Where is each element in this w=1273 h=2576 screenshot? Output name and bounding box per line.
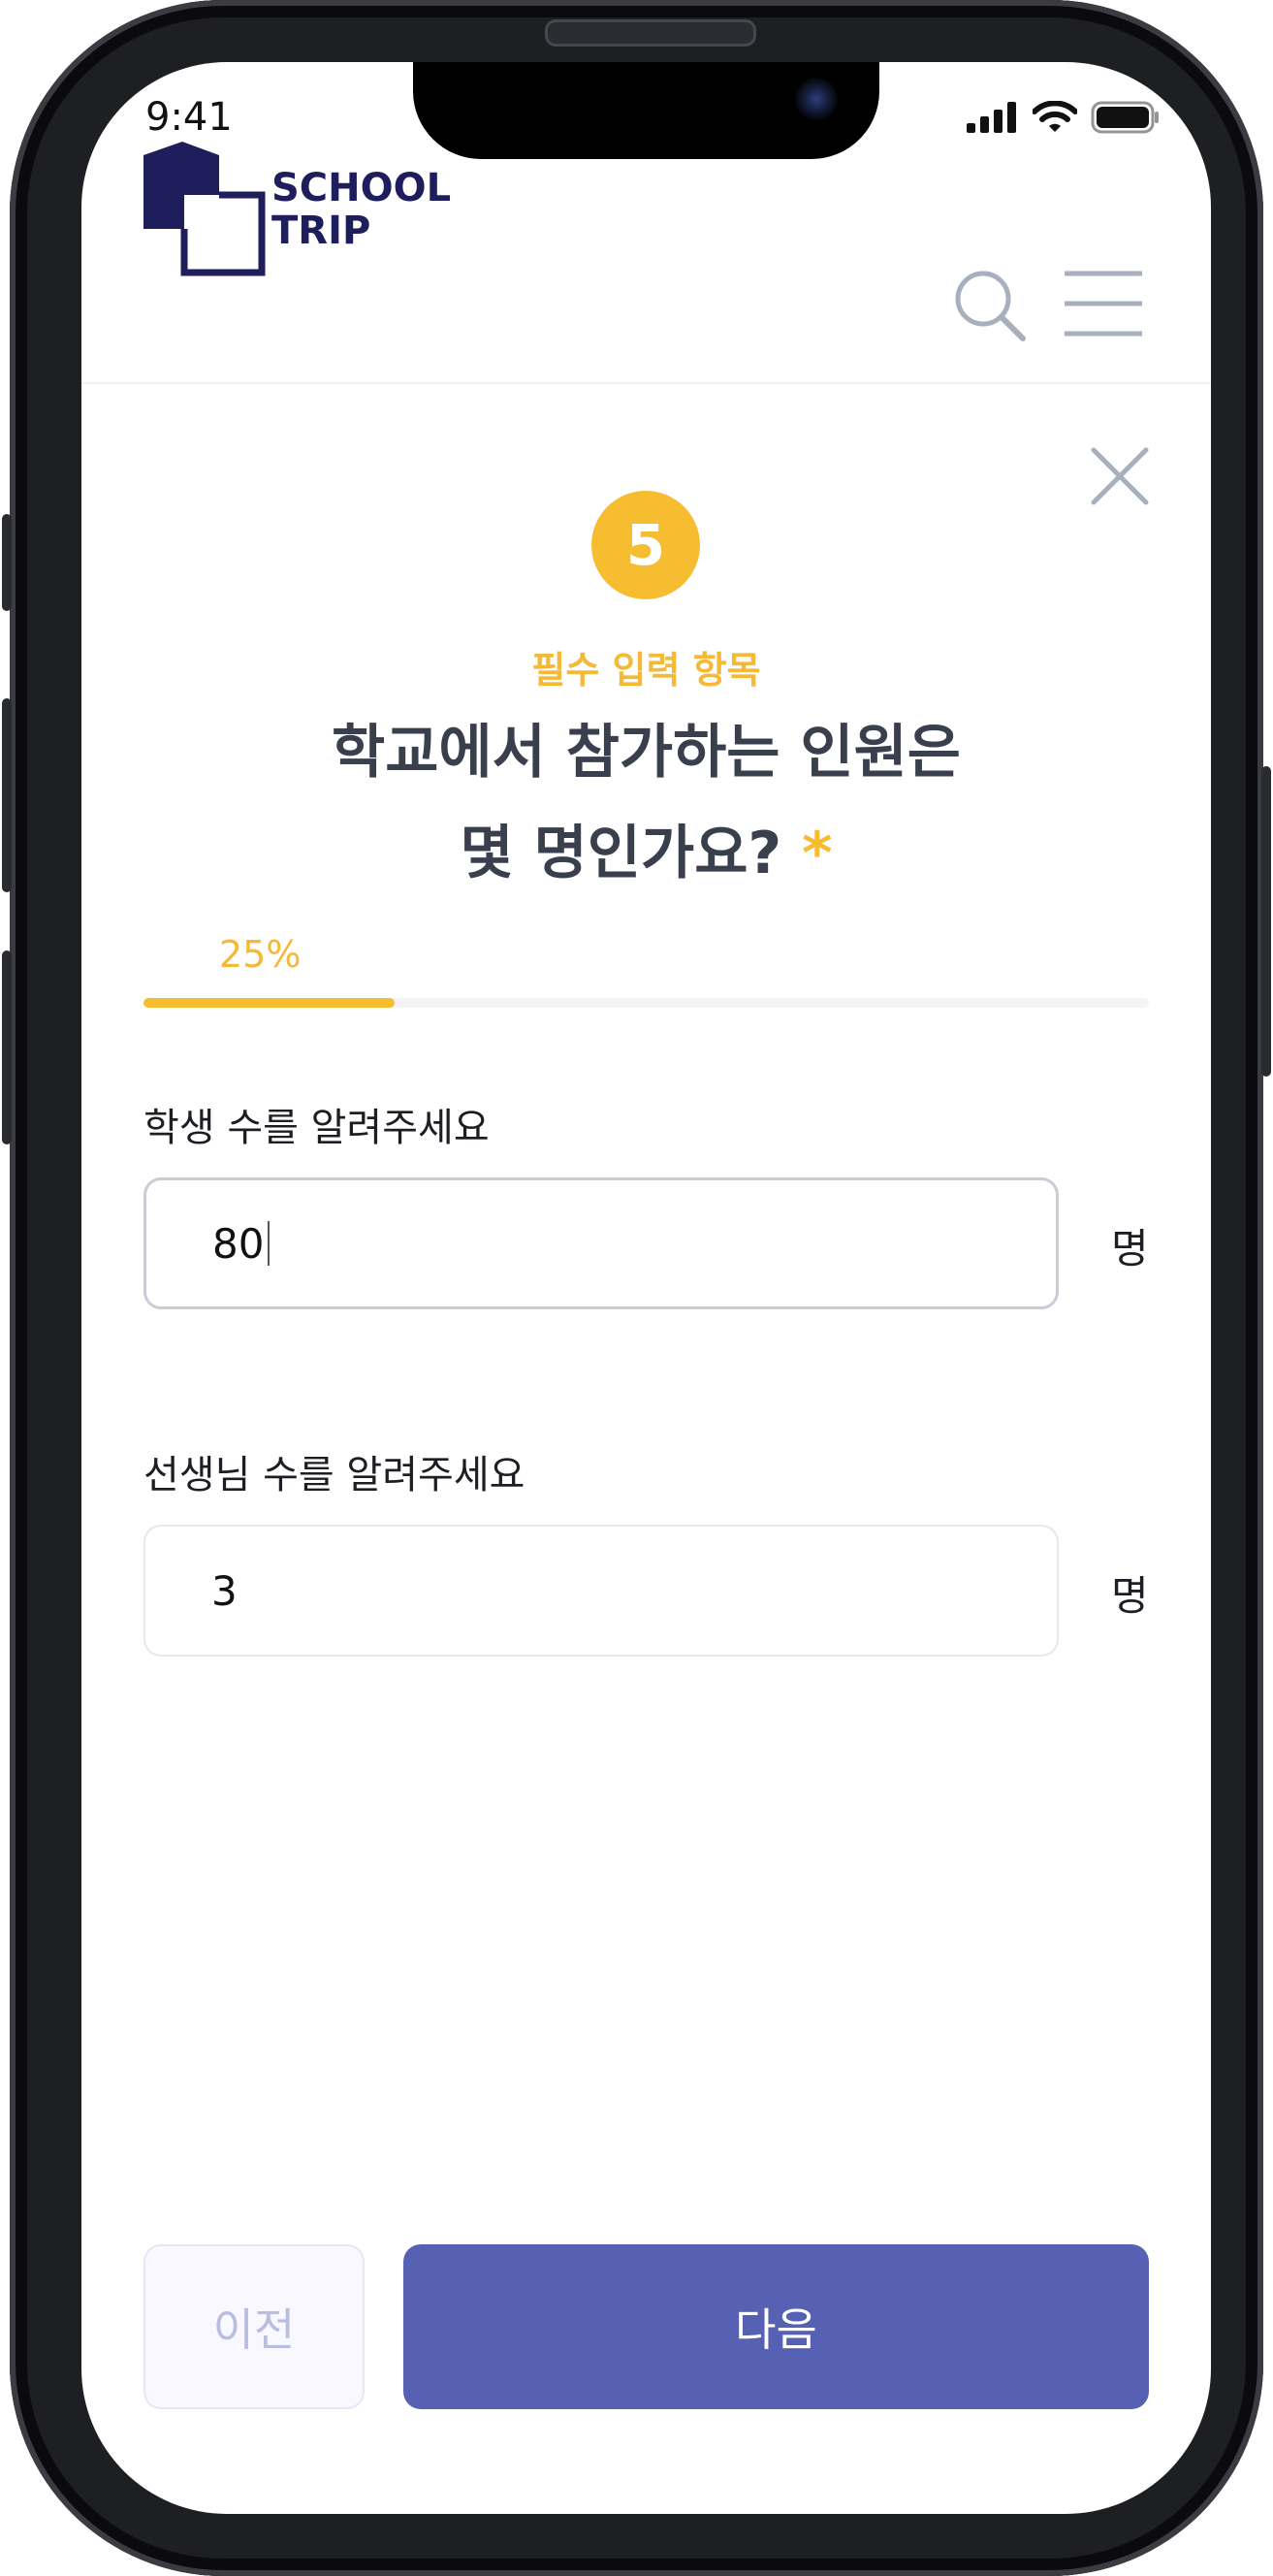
teachers-input[interactable]: 3: [143, 1525, 1059, 1657]
next-button[interactable]: 다음: [403, 2244, 1149, 2409]
status-time: 9:41: [145, 95, 233, 140]
brand-line-1: SCHOOL: [271, 166, 452, 210]
question-line-2: 몇 명인가요? *: [81, 803, 1211, 904]
question-line-1: 학교에서 참가하는 인원은: [332, 719, 961, 787]
students-input[interactable]: 80: [143, 1177, 1059, 1309]
side-button-volume-up: [2, 698, 12, 892]
progress-percent: 25%: [219, 933, 302, 976]
search-icon[interactable]: [952, 268, 1028, 343]
progress-bar: [143, 998, 1149, 1008]
brand-wordmark[interactable]: SCHOOL TRIP: [271, 167, 451, 252]
side-button-silent: [2, 514, 12, 611]
status-icons: [967, 101, 1161, 134]
side-button-power: [1261, 766, 1271, 1077]
speaker-grille: [545, 19, 756, 47]
required-star: *: [802, 820, 833, 887]
side-button-volume-down: [2, 950, 12, 1144]
notch: [413, 62, 879, 159]
required-label: 필수 입력 항목: [531, 649, 761, 692]
text-caret: [268, 1221, 271, 1266]
teachers-label: 선생님 수를 알려주세요: [143, 1453, 525, 1497]
question-title: 학교에서 참가하는 인원은 몇 명인가요? *: [81, 702, 1211, 904]
menu-icon[interactable]: [1063, 270, 1144, 338]
progress-bar-fill: [143, 998, 396, 1008]
brand-line-2: TRIP: [271, 209, 371, 253]
app-screen: 9:41 SCHOOL TRIP 5 필수 입력 항목 학교에서 참가하는 인원…: [81, 62, 1211, 2514]
students-input-value: 80: [212, 1219, 265, 1268]
prev-button[interactable]: 이전: [143, 2244, 365, 2409]
question-line-2-text: 몇 명인가요?: [460, 820, 782, 887]
signal-icon: [967, 102, 1016, 133]
close-icon[interactable]: [1090, 446, 1150, 506]
students-label: 학생 수를 알려주세요: [143, 1106, 490, 1150]
front-camera: [795, 78, 838, 120]
battery-icon: [1091, 101, 1159, 134]
students-unit: 명: [1111, 1225, 1149, 1272]
wifi-icon: [1033, 101, 1077, 132]
school-trip-logo-icon[interactable]: [143, 142, 266, 277]
phone-frame: 9:41 SCHOOL TRIP 5 필수 입력 항목 학교에서 참가하는 인원…: [2, 0, 1271, 2576]
teachers-unit: 명: [1111, 1572, 1149, 1620]
step-number-badge: 5: [591, 491, 700, 599]
teachers-input-value: 3: [211, 1566, 238, 1615]
